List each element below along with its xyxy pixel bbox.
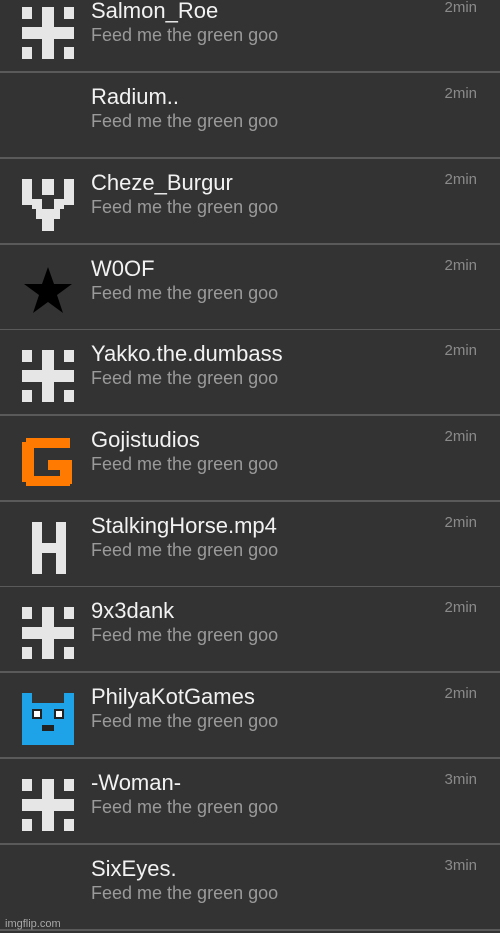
timestamp-label: 2min xyxy=(444,685,477,702)
timestamp-label: 3min xyxy=(444,857,477,874)
username-label: StalkingHorse.mp4 xyxy=(91,513,277,538)
conversation-row[interactable]: Salmon_Roe Feed me the green goo 2min xyxy=(0,0,500,73)
username-label: Cheze_Burgur xyxy=(91,170,233,195)
conversation-row[interactable]: 9x3dank Feed me the green goo 2min xyxy=(0,587,500,673)
conversation-row[interactable]: Yakko.the.dumbass Feed me the green goo 2m… xyxy=(0,330,500,416)
conversation-row[interactable]: Gojistudios Feed me the green goo 2min xyxy=(0,416,500,502)
timestamp-label: 2min xyxy=(444,342,477,359)
pixel-cat-icon xyxy=(22,693,74,745)
conversation-row[interactable]: Radium.. Feed me the green goo 2min xyxy=(0,73,500,159)
username-label: -Woman- xyxy=(91,770,182,795)
pixel-g-icon xyxy=(22,436,74,488)
hash-grid-icon xyxy=(22,350,74,402)
timestamp-label: 2min xyxy=(444,514,477,531)
conversation-list: Salmon_Roe Feed me the green goo 2min Radiu… xyxy=(0,0,500,933)
conversation-row[interactable]: W0OF Feed me the green goo 2min xyxy=(0,245,500,331)
conversation-row[interactable]: PhilyaKotGames Feed me the green goo 2min xyxy=(0,673,500,759)
message-preview: Feed me the green goo xyxy=(91,540,279,560)
message-preview: Feed me the green goo xyxy=(91,797,279,817)
message-preview: Feed me the green goo xyxy=(91,711,279,731)
message-preview: Feed me the green goo xyxy=(91,625,279,645)
message-preview: Feed me the green goo xyxy=(91,25,279,45)
message-preview: Feed me the green goo xyxy=(91,454,279,474)
star-icon xyxy=(22,265,74,317)
hash-grid-icon xyxy=(22,779,74,831)
message-preview: Feed me the green goo xyxy=(91,283,279,303)
watermark-text: imgflip.com xyxy=(5,918,61,930)
username-label: W0OF xyxy=(91,256,155,281)
username-label: SixEyes. xyxy=(91,856,177,881)
username-label: PhilyaKotGames xyxy=(91,684,255,709)
message-preview: Feed me the green goo xyxy=(91,197,279,217)
timestamp-label: 2min xyxy=(444,599,477,616)
conversation-row[interactable]: -Woman- Feed me the green goo 3min xyxy=(0,759,500,845)
conversation-row[interactable]: StalkingHorse.mp4 Feed me the green goo 2m… xyxy=(0,502,500,588)
pixel-v-icon xyxy=(22,179,74,231)
timestamp-label: 2min xyxy=(444,257,477,274)
username-label: Gojistudios xyxy=(91,427,200,452)
conversation-row[interactable]: Cheze_Burgur Feed me the green goo 2min xyxy=(0,159,500,245)
message-preview: Feed me the green goo xyxy=(91,368,279,388)
message-preview: Feed me the green goo xyxy=(91,111,279,131)
hash-grid-icon xyxy=(22,7,74,59)
username-label: 9x3dank xyxy=(91,598,175,623)
letter-h-icon xyxy=(22,522,74,574)
timestamp-label: 3min xyxy=(444,771,477,788)
timestamp-label: 2min xyxy=(444,171,477,188)
username-label: Radium.. xyxy=(91,84,180,109)
username-label: Salmon_Roe xyxy=(91,0,219,23)
timestamp-label: 2min xyxy=(444,428,477,445)
conversation-row[interactable]: SixEyes. Feed me the green goo 3min xyxy=(0,845,500,931)
username-label: Yakko.the.dumbass xyxy=(91,341,283,366)
blank-avatar xyxy=(22,93,74,145)
hash-grid-icon xyxy=(22,607,74,659)
blank-avatar xyxy=(22,865,74,917)
timestamp-label: 2min xyxy=(444,85,477,102)
timestamp-label: 2min xyxy=(444,0,477,16)
message-preview: Feed me the green goo xyxy=(91,883,279,903)
